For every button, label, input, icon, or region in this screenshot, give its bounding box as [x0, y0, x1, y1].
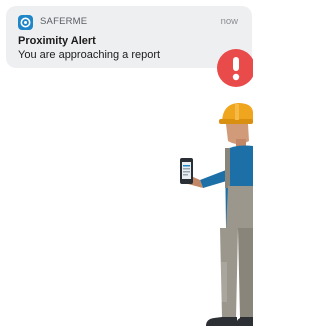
worker-illustration	[180, 49, 253, 326]
exclamation-alert-icon	[217, 49, 253, 87]
worker-boots	[206, 317, 253, 326]
smartphone-icon	[180, 158, 193, 184]
hard-hat	[219, 103, 253, 124]
worker-arm	[188, 170, 230, 188]
